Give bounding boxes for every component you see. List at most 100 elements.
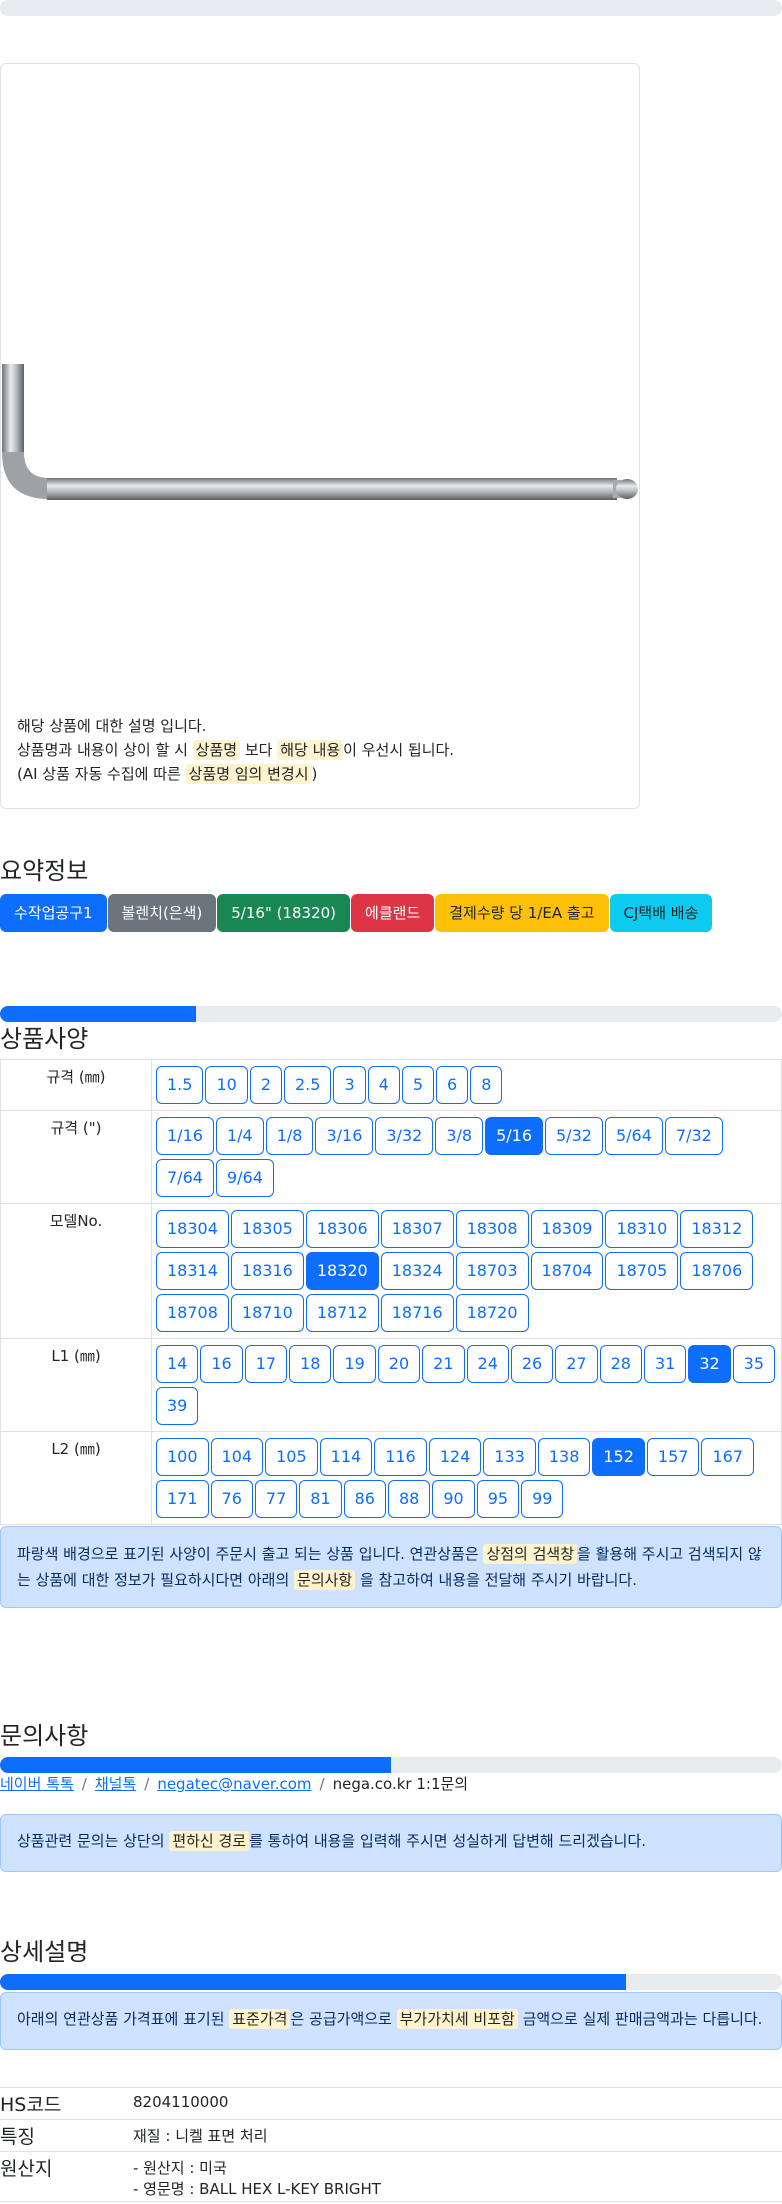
spec-option-button[interactable]: 7/32 xyxy=(664,1117,723,1155)
spec-option-button[interactable]: 3/32 xyxy=(375,1117,434,1155)
spec-option-button[interactable]: 18308 xyxy=(455,1210,529,1248)
spec-option-button[interactable]: 88 xyxy=(387,1480,431,1518)
spec-option-button[interactable]: 18305 xyxy=(230,1210,304,1248)
spec-option-button[interactable]: 18304 xyxy=(156,1210,229,1248)
spec-option-button[interactable]: 18703 xyxy=(455,1252,529,1290)
spec-option-button[interactable]: 27 xyxy=(555,1345,598,1383)
feature-value: 재질 : 니켈 표면 처리 xyxy=(133,2119,782,2152)
spec-option-button[interactable]: 3/8 xyxy=(435,1117,484,1155)
origin-row: 원산지 - 원산지 : 미국 - 영문명 : BALL HEX L-KEY BRIG… xyxy=(0,2151,782,2202)
spec-option-button[interactable]: 18312 xyxy=(680,1210,754,1248)
spec-option-button[interactable]: 18309 xyxy=(530,1210,604,1248)
spec-option-button[interactable]: 18720 xyxy=(455,1294,529,1332)
spec-option-button[interactable]: 7/64 xyxy=(156,1159,214,1197)
product-description: 해당 상품에 대한 설명 입니다. 상품명과 내용이 상이 할 시 상품명 보다… xyxy=(17,714,454,786)
spec-option-button[interactable]: 20 xyxy=(377,1345,421,1383)
spec-option-button[interactable]: 95 xyxy=(476,1480,520,1518)
spec-option-button[interactable]: 5 xyxy=(401,1066,435,1104)
channel-talk-link[interactable]: 채널톡 xyxy=(95,1775,136,1793)
spec-row-label: L2 (㎜) xyxy=(0,1431,152,1525)
spec-option-button[interactable]: 2.5 xyxy=(284,1066,332,1104)
spec-option-button[interactable]: 32 xyxy=(688,1345,731,1383)
spec-option-button[interactable]: 157 xyxy=(646,1438,700,1476)
spec-option-button[interactable]: 90 xyxy=(432,1480,475,1518)
spec-option-button[interactable]: 35 xyxy=(732,1345,776,1383)
spec-option-button[interactable]: 133 xyxy=(483,1438,536,1476)
option-group: 14 16 17 18 19 20 21 24 26 27 28 31 32 35 39 xyxy=(156,1343,781,1427)
origin-english-name: - 영문명 : BALL HEX L-KEY BRIGHT xyxy=(133,2180,381,2198)
spec-option-button[interactable]: 2 xyxy=(249,1066,282,1104)
spec-option-button[interactable]: 104 xyxy=(210,1438,264,1476)
spec-option-button[interactable]: 18310 xyxy=(605,1210,679,1248)
spec-option-button[interactable]: 100 xyxy=(156,1438,209,1476)
spec-option-button[interactable]: 17 xyxy=(244,1345,288,1383)
naver-talk-link[interactable]: 네이버 톡톡 xyxy=(0,1775,74,1793)
spec-option-button[interactable]: 152 xyxy=(592,1438,645,1476)
spec-option-button[interactable]: 18306 xyxy=(305,1210,379,1248)
spec-option-button[interactable]: 76 xyxy=(210,1480,253,1518)
spec-option-button[interactable]: 18706 xyxy=(680,1252,754,1290)
desc-line-1: 해당 상품에 대한 설명 입니다. xyxy=(17,717,207,735)
inquiry-notice: 상품관련 문의는 상단의 편하신 경로 를 통하여 내용을 입력해 주시면 성실하… xyxy=(0,1814,782,1872)
spec-option-button[interactable]: 105 xyxy=(265,1438,318,1476)
spec-option-button[interactable]: 18710 xyxy=(230,1294,304,1332)
spec-option-button[interactable]: 8 xyxy=(470,1066,503,1104)
spec-option-button[interactable]: 5/64 xyxy=(604,1117,663,1155)
spec-option-button[interactable]: 1/8 xyxy=(265,1117,314,1155)
spec-option-button[interactable]: 18708 xyxy=(156,1294,229,1332)
spec-option-button[interactable]: 5/16 xyxy=(485,1117,543,1155)
highlight: 표준가격 xyxy=(229,2009,291,2029)
spec-option-button[interactable]: 18712 xyxy=(305,1294,379,1332)
spec-option-button[interactable]: 1.5 xyxy=(156,1066,204,1104)
spec-option-button[interactable]: 19 xyxy=(333,1345,376,1383)
spec-option-button[interactable]: 1/4 xyxy=(215,1117,264,1155)
spec-option-button[interactable]: 18320 xyxy=(305,1252,379,1290)
spec-option-button[interactable]: 81 xyxy=(299,1480,342,1518)
spec-option-button[interactable]: 167 xyxy=(701,1438,755,1476)
detail-notice: 아래의 연관상품 가격표에 표기된 표준가격 은 공급가액으로 부가가치세 비포함… xyxy=(0,1992,782,2050)
spec-option-button[interactable]: 18716 xyxy=(380,1294,454,1332)
spec-option-button[interactable]: 9/64 xyxy=(215,1159,274,1197)
spec-option-button[interactable]: 18307 xyxy=(380,1210,454,1248)
spec-option-button[interactable]: 31 xyxy=(643,1345,687,1383)
spec-option-button[interactable]: 114 xyxy=(319,1438,373,1476)
spec-option-button[interactable]: 3/16 xyxy=(315,1117,374,1155)
spec-option-button[interactable]: 39 xyxy=(156,1387,199,1425)
spec-option-button[interactable]: 1/16 xyxy=(156,1117,214,1155)
summary-badge: 에클랜드 xyxy=(351,894,435,932)
spec-option-button[interactable]: 86 xyxy=(343,1480,386,1518)
spec-option-button[interactable]: 116 xyxy=(374,1438,427,1476)
option-group: 1.5 10 2 2.5 3 4 5 6 8 xyxy=(156,1064,781,1106)
spec-option-button[interactable]: 4 xyxy=(367,1066,400,1104)
email-link[interactable]: negatec@naver.com xyxy=(157,1775,311,1793)
spec-option-button[interactable]: 21 xyxy=(422,1345,465,1383)
spec-option-button[interactable]: 18314 xyxy=(156,1252,229,1290)
spec-option-button[interactable]: 138 xyxy=(537,1438,591,1476)
highlight: 해당 내용 xyxy=(277,740,344,760)
spec-option-button[interactable]: 18705 xyxy=(605,1252,679,1290)
hex-key-image xyxy=(2,364,638,500)
spec-option-button[interactable]: 124 xyxy=(428,1438,482,1476)
notice-text: 를 통하여 내용을 입력해 주시면 성실하게 답변해 드리겠습니다. xyxy=(249,1832,647,1850)
spec-option-button[interactable]: 18316 xyxy=(230,1252,304,1290)
spec-option-button[interactable]: 24 xyxy=(466,1345,509,1383)
spec-option-button[interactable]: 99 xyxy=(521,1480,564,1518)
spec-row: L2 (㎜) 100 104 105 114 116 124 133 138 152 157 167 1… xyxy=(0,1431,782,1525)
spec-option-button[interactable]: 28 xyxy=(599,1345,642,1383)
spec-option-button[interactable]: 5/32 xyxy=(545,1117,603,1155)
spec-option-button[interactable]: 6 xyxy=(436,1066,469,1104)
spec-option-button[interactable]: 14 xyxy=(156,1345,199,1383)
spec-option-button[interactable]: 18 xyxy=(289,1345,332,1383)
separator: / xyxy=(144,1775,150,1793)
spec-option-button[interactable]: 171 xyxy=(156,1480,209,1518)
highlight: 상품명 임의 변경시 xyxy=(185,764,312,784)
spec-option-button[interactable]: 77 xyxy=(254,1480,298,1518)
desc-line-2: 상품명과 내용이 상이 할 시 상품명 보다 해당 내용 이 우선시 됩니다. xyxy=(17,738,454,762)
spec-option-button[interactable]: 10 xyxy=(205,1066,248,1104)
summary-badges: 수작업공구1 볼렌치(은색) 5/16" (18320) 에클랜드 결제수량 당 1/E… xyxy=(0,894,713,932)
spec-option-button[interactable]: 26 xyxy=(510,1345,554,1383)
spec-option-button[interactable]: 3 xyxy=(333,1066,366,1104)
spec-option-button[interactable]: 16 xyxy=(200,1345,243,1383)
spec-option-button[interactable]: 18704 xyxy=(530,1252,604,1290)
spec-option-button[interactable]: 18324 xyxy=(380,1252,454,1290)
